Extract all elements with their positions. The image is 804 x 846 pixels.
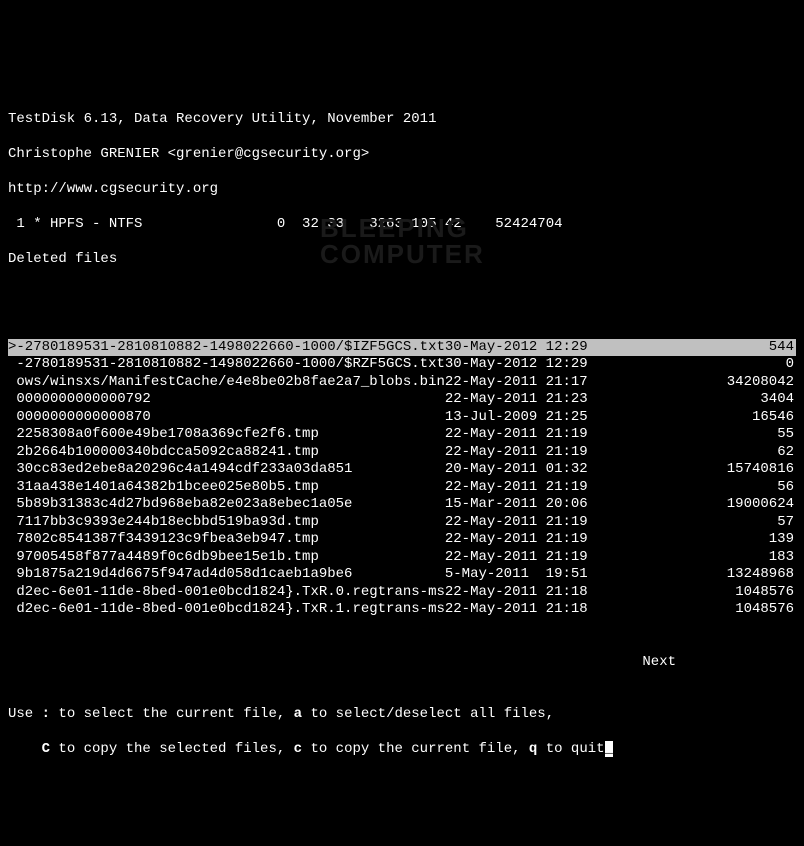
file-date: 22-May-2011 xyxy=(445,391,546,409)
file-size: 139 xyxy=(596,531,796,549)
file-date: 22-May-2011 xyxy=(445,514,546,532)
key-C: C xyxy=(42,741,50,757)
file-name: 2b2664b100000340bdcca5092ca88241.tmp xyxy=(8,444,445,462)
file-time: 21:19 xyxy=(546,514,596,532)
file-row[interactable]: 9b1875a219d4d6675f947ad4d058d1caeb1a9be6… xyxy=(8,566,796,584)
file-time: 20:06 xyxy=(546,496,596,514)
key-a: a xyxy=(294,706,302,722)
file-date: 20-May-2011 xyxy=(445,461,546,479)
file-time: 12:29 xyxy=(546,356,596,374)
file-time: 21:17 xyxy=(546,374,596,392)
file-time: 21:18 xyxy=(546,584,596,602)
file-row[interactable]: 000000000000079222-May-201121:233404 xyxy=(8,391,796,409)
help-line-1: Use : to select the current file, a to s… xyxy=(8,706,796,724)
file-size: 183 xyxy=(596,549,796,567)
file-date: 22-May-2011 xyxy=(445,601,546,619)
file-name: 7117bb3c9393e244b18ecbbd519ba93d.tmp xyxy=(8,514,445,532)
file-time: 21:19 xyxy=(546,444,596,462)
file-row[interactable]: 7802c8541387f3439123c9fbea3eb947.tmp22-M… xyxy=(8,531,796,549)
file-size: 62 xyxy=(596,444,796,462)
file-row[interactable]: 000000000000087013-Jul-200921:2516546 xyxy=(8,409,796,427)
file-list[interactable]: >-2780189531-2810810882-1498022660-1000/… xyxy=(8,339,796,619)
file-time: 21:19 xyxy=(546,549,596,567)
file-date: 15-Mar-2011 xyxy=(445,496,546,514)
file-date: 22-May-2011 xyxy=(445,531,546,549)
file-date: 22-May-2011 xyxy=(445,584,546,602)
file-time: 21:23 xyxy=(546,391,596,409)
file-name: -2780189531-2810810882-1498022660-1000/$… xyxy=(8,356,445,374)
file-size: 544 xyxy=(596,339,796,357)
file-time: 19:51 xyxy=(546,566,596,584)
help-line-2: C to copy the selected files, c to copy … xyxy=(8,741,796,759)
file-date: 30-May-2012 xyxy=(445,356,546,374)
mode-label: Deleted files xyxy=(8,251,796,269)
file-date: 13-Jul-2009 xyxy=(445,409,546,427)
file-size: 1048576 xyxy=(596,601,796,619)
file-row[interactable]: 7117bb3c9393e244b18ecbbd519ba93d.tmp22-M… xyxy=(8,514,796,532)
file-name: 9b1875a219d4d6675f947ad4d058d1caeb1a9be6 xyxy=(8,566,445,584)
file-size: 57 xyxy=(596,514,796,532)
file-row[interactable]: 97005458f877a4489f0c6db9bee15e1b.tmp22-M… xyxy=(8,549,796,567)
file-row[interactable]: d2ec-6e01-11de-8bed-001e0bcd1824}.TxR.1.… xyxy=(8,601,796,619)
file-size: 0 xyxy=(596,356,796,374)
file-time: 21:19 xyxy=(546,531,596,549)
key-q: q xyxy=(529,741,537,757)
file-date: 22-May-2011 xyxy=(445,374,546,392)
file-time: 21:19 xyxy=(546,426,596,444)
file-size: 1048576 xyxy=(596,584,796,602)
file-time: 21:25 xyxy=(546,409,596,427)
app-author: Christophe GRENIER <grenier@cgsecurity.o… xyxy=(8,146,796,164)
file-date: 22-May-2011 xyxy=(445,549,546,567)
file-size: 19000624 xyxy=(596,496,796,514)
file-date: 22-May-2011 xyxy=(445,426,546,444)
file-name: 30cc83ed2ebe8a20296c4a1494cdf233a03da851 xyxy=(8,461,445,479)
file-time: 01:32 xyxy=(546,461,596,479)
key-c: c xyxy=(294,741,302,757)
file-size: 55 xyxy=(596,426,796,444)
file-size: 15740816 xyxy=(596,461,796,479)
file-name: >-2780189531-2810810882-1498022660-1000/… xyxy=(8,339,445,357)
file-name: 0000000000000792 xyxy=(8,391,445,409)
file-row[interactable]: 30cc83ed2ebe8a20296c4a1494cdf233a03da851… xyxy=(8,461,796,479)
file-date: 22-May-2011 xyxy=(445,479,546,497)
file-date: 22-May-2011 xyxy=(445,444,546,462)
file-size: 56 xyxy=(596,479,796,497)
file-name: 7802c8541387f3439123c9fbea3eb947.tmp xyxy=(8,531,445,549)
file-name: 2258308a0f600e49be1708a369cfe2f6.tmp xyxy=(8,426,445,444)
file-date: 5-May-2011 xyxy=(445,566,546,584)
blank-line xyxy=(8,286,796,304)
file-row[interactable]: >-2780189531-2810810882-1498022660-1000/… xyxy=(8,339,796,357)
cursor: _ xyxy=(605,741,613,757)
file-row[interactable]: d2ec-6e01-11de-8bed-001e0bcd1824}.TxR.0.… xyxy=(8,584,796,602)
file-row[interactable]: 5b89b31383c4d27bd968eba82e023a8ebec1a05e… xyxy=(8,496,796,514)
file-date: 30-May-2012 xyxy=(445,339,546,357)
file-time: 21:19 xyxy=(546,479,596,497)
file-row[interactable]: ows/winsxs/ManifestCache/e4e8be02b8fae2a… xyxy=(8,374,796,392)
partition-info: 1 * HPFS - NTFS 0 32 33 3263 105 42 5242… xyxy=(8,216,796,234)
file-size: 3404 xyxy=(596,391,796,409)
file-name: ows/winsxs/ManifestCache/e4e8be02b8fae2a… xyxy=(8,374,445,392)
file-name: d2ec-6e01-11de-8bed-001e0bcd1824}.TxR.0.… xyxy=(8,584,445,602)
file-size: 16546 xyxy=(596,409,796,427)
app-url: http://www.cgsecurity.org xyxy=(8,181,796,199)
key-colon: : xyxy=(42,706,50,722)
file-row[interactable]: 31aa438e1401a64382b1bcee025e80b5.tmp22-M… xyxy=(8,479,796,497)
pager-next[interactable]: Next xyxy=(8,654,796,672)
file-row[interactable]: -2780189531-2810810882-1498022660-1000/$… xyxy=(8,356,796,374)
file-name: 0000000000000870 xyxy=(8,409,445,427)
file-row[interactable]: 2258308a0f600e49be1708a369cfe2f6.tmp22-M… xyxy=(8,426,796,444)
file-name: 97005458f877a4489f0c6db9bee15e1b.tmp xyxy=(8,549,445,567)
file-time: 21:18 xyxy=(546,601,596,619)
file-name: 5b89b31383c4d27bd968eba82e023a8ebec1a05e xyxy=(8,496,445,514)
file-time: 12:29 xyxy=(546,339,596,357)
file-row[interactable]: 2b2664b100000340bdcca5092ca88241.tmp22-M… xyxy=(8,444,796,462)
file-name: d2ec-6e01-11de-8bed-001e0bcd1824}.TxR.1.… xyxy=(8,601,445,619)
app-title: TestDisk 6.13, Data Recovery Utility, No… xyxy=(8,111,796,129)
file-size: 13248968 xyxy=(596,566,796,584)
file-name: 31aa438e1401a64382b1bcee025e80b5.tmp xyxy=(8,479,445,497)
file-size: 34208042 xyxy=(596,374,796,392)
